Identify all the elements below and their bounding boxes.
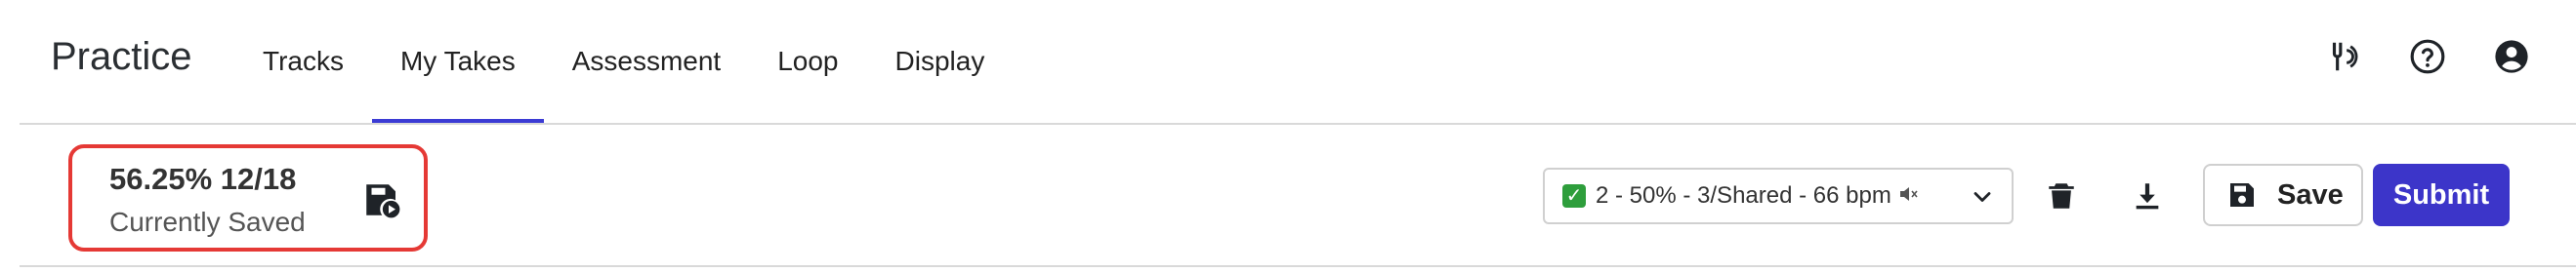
app-title: Practice xyxy=(51,35,192,78)
chevron-down-icon xyxy=(1974,192,1991,202)
delete-take-button[interactable] xyxy=(2037,172,2086,220)
help-icon[interactable] xyxy=(2408,37,2447,76)
submit-button[interactable]: Submit xyxy=(2373,164,2510,226)
check-mark-icon: ✓ xyxy=(1562,184,1586,208)
toolbar-divider xyxy=(20,265,2576,267)
tab-display[interactable]: Display xyxy=(867,0,1014,123)
tuning-fork-icon[interactable] xyxy=(2324,37,2363,76)
take-select-dropdown[interactable]: ✓ 2 - 50% - 3/Shared - 66 bpm xyxy=(1543,168,2014,224)
take-score-card: 56.25% 12/18 Currently Saved xyxy=(68,144,428,252)
top-navigation-bar: Practice Tracks My Takes Assessment Loop… xyxy=(0,0,2576,123)
save-status: Currently Saved xyxy=(109,207,306,237)
play-saved-take-icon[interactable] xyxy=(361,179,402,220)
save-button-label: Save xyxy=(2277,178,2344,211)
save-button[interactable]: Save xyxy=(2203,164,2363,226)
selected-take-label: 2 - 50% - 3/Shared - 66 bpm xyxy=(1596,182,1891,209)
speaker-muted-icon xyxy=(1897,182,1921,211)
submit-button-label: Submit xyxy=(2392,178,2490,211)
tab-tracks[interactable]: Tracks xyxy=(234,0,372,123)
tab-my-takes[interactable]: My Takes xyxy=(371,0,544,123)
tab-loop[interactable]: Loop xyxy=(749,0,866,123)
take-score: 56.25% 12/18 xyxy=(109,162,297,196)
nav-tabs: Tracks My Takes Assessment Loop Display xyxy=(234,0,1013,123)
header-icons xyxy=(2324,37,2531,76)
trash-icon xyxy=(2049,183,2074,209)
tab-assessment[interactable]: Assessment xyxy=(544,0,750,123)
floppy-disk-icon xyxy=(2230,183,2254,207)
download-take-button[interactable] xyxy=(2123,172,2172,220)
download-icon xyxy=(2136,183,2159,210)
take-toolbar: 56.25% 12/18 Currently Saved ✓ 2 - 50% -… xyxy=(0,125,2576,267)
account-icon[interactable] xyxy=(2492,37,2531,76)
